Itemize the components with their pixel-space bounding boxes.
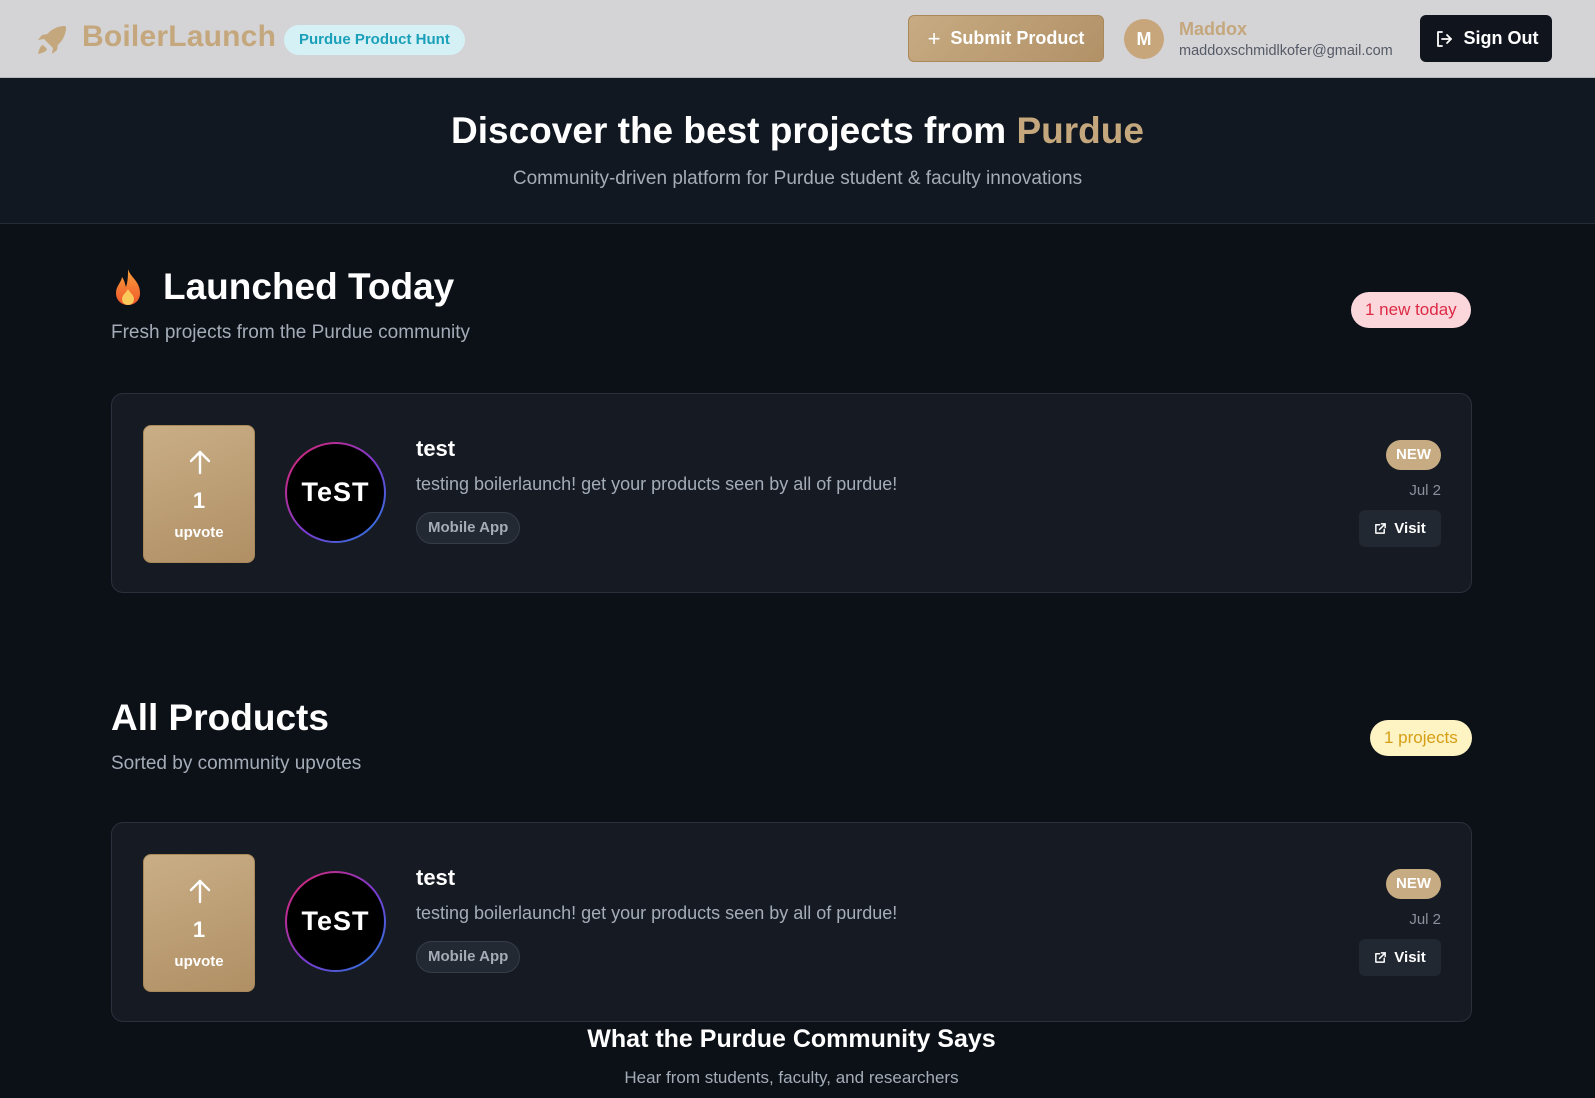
testimonials-title: What the Purdue Community Says xyxy=(587,1025,996,1053)
hero-title: Discover the best projects from Purdue xyxy=(0,110,1595,152)
product-name[interactable]: test xyxy=(416,436,455,462)
launched-today-subtitle: Fresh projects from the Purdue community xyxy=(111,322,471,343)
sign-out-label: Sign Out xyxy=(1463,28,1539,48)
product-date: Jul 2 xyxy=(1409,482,1441,499)
new-badge: NEW xyxy=(1386,440,1441,470)
product-card[interactable]: 1 upvote TeST test testing boilerlaunch!… xyxy=(111,393,1472,593)
hero-title-prefix: Discover the best projects from xyxy=(451,110,1017,151)
product-logo[interactable]: TeST xyxy=(285,442,386,543)
submit-product-label: Submit Product xyxy=(950,28,1085,48)
product-name[interactable]: test xyxy=(416,865,455,891)
hero-title-accent: Purdue xyxy=(1016,110,1144,151)
product-description: testing boilerlaunch! get your products … xyxy=(416,903,898,923)
product-category-tag[interactable]: Mobile App xyxy=(416,512,521,544)
product-logo-text: TeST xyxy=(287,444,384,541)
product-logo-text: TeST xyxy=(287,873,384,970)
visit-button[interactable]: Visit xyxy=(1359,939,1441,976)
top-navbar: BoilerLaunch Purdue Product Hunt + Submi… xyxy=(0,0,1595,78)
arrow-up-icon xyxy=(189,450,211,475)
hero-subtitle: Community-driven platform for Purdue stu… xyxy=(512,168,1083,189)
launched-today-title: Launched Today xyxy=(111,266,470,308)
submit-product-button[interactable]: + Submit Product xyxy=(908,15,1104,62)
arrow-up-icon xyxy=(189,879,211,904)
upvote-count: 1 xyxy=(192,488,206,513)
testimonials-subtitle: Hear from students, faculty, and researc… xyxy=(624,1068,959,1087)
upvote-label: upvote xyxy=(174,953,224,970)
visit-button[interactable]: Visit xyxy=(1359,510,1441,547)
visit-label: Visit xyxy=(1394,949,1426,966)
upvote-label: upvote xyxy=(174,524,224,541)
product-date: Jul 2 xyxy=(1409,911,1441,928)
rocket-icon[interactable] xyxy=(34,22,70,58)
user-name: Maddox xyxy=(1179,19,1248,39)
hero-section: Discover the best projects from Purdue C… xyxy=(0,78,1595,224)
brand-badge: Purdue Product Hunt xyxy=(284,25,465,55)
launched-today-header: Launched Today Fresh projects from the P… xyxy=(111,266,470,344)
launched-today-title-text: Launched Today xyxy=(163,266,455,307)
all-products-header: All Products Sorted by community upvotes xyxy=(111,697,361,775)
avatar[interactable]: M xyxy=(1124,19,1164,59)
product-card[interactable]: 1 upvote TeST test testing boilerlaunch!… xyxy=(111,822,1472,1022)
all-products-subtitle: Sorted by community upvotes xyxy=(111,753,362,774)
fire-icon xyxy=(116,269,140,305)
visit-label: Visit xyxy=(1394,520,1426,537)
new-today-badge: 1 new today xyxy=(1351,292,1471,328)
all-products-title: All Products xyxy=(111,697,329,738)
upvote-count: 1 xyxy=(192,917,206,942)
user-email: maddoxschmidlkofer@gmail.com xyxy=(1179,43,1393,59)
brand-name[interactable]: BoilerLaunch xyxy=(82,20,276,54)
sign-out-button[interactable]: Sign Out xyxy=(1420,15,1552,62)
plus-icon: + xyxy=(927,25,941,51)
external-link-icon xyxy=(1375,523,1387,534)
external-link-icon xyxy=(1375,952,1387,963)
projects-count-badge: 1 projects xyxy=(1370,720,1472,756)
sign-out-icon xyxy=(1436,30,1452,47)
upvote-button[interactable]: 1 upvote xyxy=(143,854,255,992)
product-category-tag[interactable]: Mobile App xyxy=(416,941,521,973)
upvote-button[interactable]: 1 upvote xyxy=(143,425,255,563)
new-badge: NEW xyxy=(1386,869,1441,899)
product-description: testing boilerlaunch! get your products … xyxy=(416,474,898,494)
product-logo[interactable]: TeST xyxy=(285,871,386,972)
